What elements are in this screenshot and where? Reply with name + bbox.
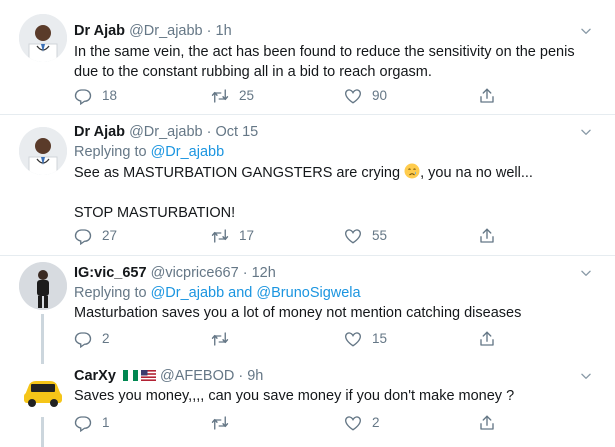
avatar[interactable] xyxy=(19,14,67,62)
like-button[interactable]: 15 xyxy=(344,329,387,349)
chevron-down-icon[interactable] xyxy=(579,369,593,383)
display-name[interactable]: CarXy xyxy=(74,368,116,384)
tweet-3[interactable]: IG:vic_657 @vicprice667 · 12h Replying t… xyxy=(0,256,615,364)
action-bar: 2 15 xyxy=(74,329,514,349)
tweet-1[interactable]: Dr Ajab @Dr_ajabb · 1h In the same vein,… xyxy=(0,0,615,114)
separator-dot: · xyxy=(206,23,212,39)
avatar[interactable] xyxy=(19,127,67,175)
mention-link[interactable]: @Dr_ajabb xyxy=(151,144,225,160)
share-button[interactable] xyxy=(478,413,506,433)
tweet-text: In the same vein, the act has been found… xyxy=(74,44,575,80)
chevron-down-icon[interactable] xyxy=(579,266,593,280)
retweet-button[interactable]: 17 xyxy=(211,226,254,246)
retweet-icon xyxy=(211,414,229,432)
tweet-text: Masturbation saves you a lot of money no… xyxy=(74,305,522,321)
heart-icon xyxy=(344,227,362,245)
reply-button[interactable]: 2 xyxy=(74,329,110,349)
tweet-4[interactable]: CarXy @AFEBOD · 9h Saves you money,,,, c… xyxy=(0,357,615,447)
nigeria-flag-icon xyxy=(122,370,138,381)
replying-to: Replying to @Dr_ajabb and @BrunoSigwela xyxy=(74,284,361,303)
action-bar: 1 2 xyxy=(74,413,514,433)
share-icon xyxy=(478,414,496,432)
retweet-count: 25 xyxy=(239,88,255,103)
thread-line xyxy=(41,417,44,447)
tweet-text: Saves you money,,,, can you save money i… xyxy=(74,388,515,404)
share-button[interactable] xyxy=(478,86,506,106)
share-icon xyxy=(478,330,496,348)
handle[interactable]: @Dr_ajabb xyxy=(129,124,203,140)
mention-link[interactable]: @BrunoSigwela xyxy=(256,285,360,301)
like-count: 90 xyxy=(372,88,388,103)
avatar[interactable] xyxy=(19,365,67,413)
replying-and: and xyxy=(228,285,253,301)
retweet-button[interactable] xyxy=(211,413,239,433)
like-count: 15 xyxy=(372,331,388,346)
heart-icon xyxy=(344,87,362,105)
like-count: 2 xyxy=(372,415,380,430)
reply-icon xyxy=(74,87,92,105)
timestamp[interactable]: 12h xyxy=(252,265,276,281)
handle[interactable]: @Dr_ajabb xyxy=(129,23,203,39)
reply-icon xyxy=(74,330,92,348)
like-button[interactable]: 90 xyxy=(344,86,387,106)
heart-icon xyxy=(344,414,362,432)
tweet-text-line2: STOP MASTURBATION! xyxy=(74,205,236,221)
chevron-down-icon[interactable] xyxy=(579,125,593,139)
tweet-text-part: See as MASTURBATION GANGSTERS are crying xyxy=(74,165,401,181)
replying-prefix: Replying to xyxy=(74,285,147,301)
like-count: 55 xyxy=(372,228,388,243)
avatar[interactable] xyxy=(19,262,67,310)
display-name[interactable]: IG:vic_657 xyxy=(74,265,147,281)
replying-to: Replying to @Dr_ajabb xyxy=(74,143,224,162)
handle[interactable]: @vicprice667 xyxy=(151,265,239,281)
share-icon xyxy=(478,87,496,105)
share-button[interactable] xyxy=(478,226,506,246)
display-name[interactable]: Dr Ajab xyxy=(74,23,125,39)
reply-count: 1 xyxy=(102,415,110,430)
chevron-down-icon[interactable] xyxy=(579,24,593,38)
separator-dot: · xyxy=(206,124,212,140)
like-button[interactable]: 2 xyxy=(344,413,380,433)
retweet-count: 17 xyxy=(239,228,255,243)
retweet-icon xyxy=(211,227,229,245)
timestamp[interactable]: Oct 15 xyxy=(216,124,259,140)
retweet-button[interactable] xyxy=(211,329,239,349)
timestamp[interactable]: 9h xyxy=(247,368,263,384)
share-button[interactable] xyxy=(478,329,506,349)
reply-button[interactable]: 18 xyxy=(74,86,117,106)
crying-face-icon xyxy=(404,163,420,179)
like-button[interactable]: 55 xyxy=(344,226,387,246)
retweet-icon xyxy=(211,87,229,105)
reply-count: 27 xyxy=(102,228,118,243)
handle[interactable]: @AFEBOD xyxy=(160,368,234,384)
reply-button[interactable]: 27 xyxy=(74,226,117,246)
separator-dot: · xyxy=(238,368,244,384)
action-bar: 27 17 55 xyxy=(74,226,514,246)
display-name[interactable]: Dr Ajab xyxy=(74,124,125,140)
reply-button[interactable]: 1 xyxy=(74,413,110,433)
tweet-2[interactable]: Dr Ajab @Dr_ajabb · Oct 15 Replying to @… xyxy=(0,115,615,255)
timestamp[interactable]: 1h xyxy=(216,23,232,39)
separator-dot: · xyxy=(242,265,248,281)
replying-prefix: Replying to xyxy=(74,144,147,160)
heart-icon xyxy=(344,330,362,348)
mention-link[interactable]: @Dr_ajabb xyxy=(151,285,225,301)
reply-count: 18 xyxy=(102,88,118,103)
retweet-button[interactable]: 25 xyxy=(211,86,254,106)
reply-icon xyxy=(74,414,92,432)
retweet-icon xyxy=(211,330,229,348)
tweet-text: See as MASTURBATION GANGSTERS are crying… xyxy=(74,163,594,183)
action-bar: 18 25 90 xyxy=(74,86,514,106)
us-flag-icon xyxy=(140,370,156,381)
reply-count: 2 xyxy=(102,331,110,346)
tweet-text-part: , you na no well... xyxy=(420,165,533,181)
share-icon xyxy=(478,227,496,245)
reply-icon xyxy=(74,227,92,245)
